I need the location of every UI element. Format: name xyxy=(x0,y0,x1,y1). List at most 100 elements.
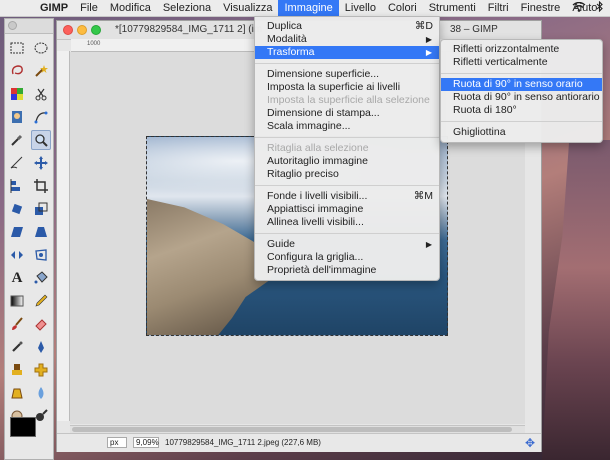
menu-visualizza[interactable]: Visualizza xyxy=(217,0,278,16)
menu-item-ritaglio-preciso[interactable]: Ritaglio preciso xyxy=(255,168,439,181)
measure-icon[interactable] xyxy=(7,153,27,173)
rect-select-icon[interactable] xyxy=(7,38,27,58)
menu-item-scala-immagine[interactable]: Scala immagine... xyxy=(255,120,439,133)
ellipse-select-icon[interactable] xyxy=(31,38,51,58)
menu-item-label: Configura la griglia... xyxy=(267,251,364,263)
menu-item-imposta-la-superficie-ai-livelli[interactable]: Imposta la superficie ai livelli xyxy=(255,81,439,94)
menu-finestre[interactable]: Finestre xyxy=(515,0,567,16)
shortcut-label: ⌘D xyxy=(414,20,433,32)
menu-item-dimensione-di-stampa[interactable]: Dimensione di stampa... xyxy=(255,107,439,120)
menu-strumenti[interactable]: Strumenti xyxy=(423,0,482,16)
menu-item-label: Scala immagine... xyxy=(267,120,351,132)
zoom-select[interactable]: 9,09% xyxy=(133,437,159,448)
paintbrush-icon[interactable] xyxy=(7,314,27,334)
menu-item-proprieta-dell-immagine[interactable]: Proprietà dell'immagine xyxy=(255,264,439,277)
menu-item-autoritaglio-immagine[interactable]: Autoritaglio immagine xyxy=(255,155,439,168)
clone-icon[interactable] xyxy=(7,360,27,380)
perspective-clone-icon[interactable] xyxy=(7,383,27,403)
menu-app-gimp[interactable]: GIMP xyxy=(34,0,74,16)
menu-item-appiattisci-immagine[interactable]: Appiattisci immagine xyxy=(255,203,439,216)
menu-item-label: Ritaglia alla selezione xyxy=(267,142,369,154)
menu-immagine[interactable]: Immagine xyxy=(278,0,339,16)
desktop-wallpaper-rock xyxy=(542,140,610,460)
perspective-icon[interactable] xyxy=(31,222,51,242)
color-select-icon[interactable] xyxy=(7,84,27,104)
menu-item-guide[interactable]: Guide ▶ xyxy=(255,238,439,251)
lasso-icon[interactable] xyxy=(7,61,27,81)
menu-item-label: Ruota di 90° in senso antiorario xyxy=(453,91,600,103)
menu-item-ritaglia-alla-selezione: Ritaglia alla selezione xyxy=(255,142,439,155)
foreground-select-icon[interactable] xyxy=(7,107,27,127)
menu-item-configura-la-griglia[interactable]: Configura la griglia... xyxy=(255,251,439,264)
menu-item-fonde-i-livelli-visibili[interactable]: Fonde i livelli visibili... ⌘M xyxy=(255,190,439,203)
menu-item-label: Appiattisci immagine xyxy=(267,203,364,215)
menu-separator xyxy=(255,137,439,138)
menu-item-dimensione-superficie[interactable]: Dimensione superficie... xyxy=(255,68,439,81)
toolbox-titlebar[interactable] xyxy=(5,19,53,34)
crop-icon[interactable] xyxy=(31,176,51,196)
status-bar: px 9,09% 10779829584_IMG_1711 2.jpeg (22… xyxy=(57,433,541,452)
menu-item-modalita[interactable]: Modalità ▶ xyxy=(255,33,439,46)
menu-item-ruota-di-90-in-senso-antiorario[interactable]: Ruota di 90° in senso antiorario xyxy=(441,91,602,104)
scrollbar-thumb[interactable] xyxy=(72,427,512,432)
blur-icon[interactable] xyxy=(31,383,51,403)
move-icon[interactable] xyxy=(31,153,51,173)
align-icon[interactable] xyxy=(7,176,27,196)
bucket-fill-icon[interactable] xyxy=(31,268,51,288)
fuzzy-select-icon[interactable] xyxy=(31,61,51,81)
menu-file[interactable]: File xyxy=(74,0,104,16)
close-window-icon[interactable] xyxy=(63,25,73,35)
zoom-window-icon[interactable] xyxy=(91,25,101,35)
menu-item-ghigliottina[interactable]: Ghigliottina xyxy=(441,126,602,139)
menu-filtri[interactable]: Filtri xyxy=(482,0,515,16)
menu-item-label: Ritaglio preciso xyxy=(267,168,339,180)
menu-item-label: Imposta la superficie ai livelli xyxy=(267,81,401,93)
apple-menu-icon[interactable] xyxy=(0,0,34,16)
menu-item-label: Ruota di 90° in senso orario xyxy=(453,78,583,90)
menu-item-label: Rifletti orizzontalmente xyxy=(453,43,560,55)
menu-livello[interactable]: Livello xyxy=(339,0,382,16)
shear-icon[interactable] xyxy=(7,222,27,242)
menu-item-allinea-livelli-visibili[interactable]: Allinea livelli visibili... xyxy=(255,216,439,229)
menu-item-ruota-di-90-in-senso-orario[interactable]: Ruota di 90° in senso orario xyxy=(441,78,602,91)
text-icon[interactable]: A xyxy=(7,268,27,288)
menu-item-label: Autoritaglio immagine xyxy=(267,155,368,167)
unit-select[interactable]: px xyxy=(107,437,127,448)
eraser-icon[interactable] xyxy=(31,314,51,334)
ink-icon[interactable] xyxy=(31,337,51,357)
pencil-icon[interactable] xyxy=(31,291,51,311)
menu-item-trasforma[interactable]: Trasforma ▶ xyxy=(255,46,439,59)
menu-separator xyxy=(441,73,602,74)
scissors-icon[interactable] xyxy=(31,84,51,104)
menu-item-duplica[interactable]: Duplica ⌘D xyxy=(255,20,439,33)
menu-item-label: Guide xyxy=(267,238,296,250)
cage-icon[interactable] xyxy=(31,245,51,265)
heal-icon[interactable] xyxy=(31,360,51,380)
airbrush-icon[interactable] xyxy=(7,337,27,357)
menu-item-imposta-la-superficie-alla-selezione: Imposta la superficie alla selezione xyxy=(255,94,439,107)
scale-icon[interactable] xyxy=(31,199,51,219)
menu-seleziona[interactable]: Seleziona xyxy=(157,0,217,16)
zoom-icon[interactable] xyxy=(31,130,51,150)
menu-colori[interactable]: Colori xyxy=(382,0,423,16)
toolbox-close-icon[interactable] xyxy=(8,21,17,30)
menu-modifica[interactable]: Modifica xyxy=(104,0,157,16)
navigate-icon[interactable]: ✥ xyxy=(525,436,535,450)
menu-item-label: Rifletti verticalmente xyxy=(453,56,548,68)
menu-item-rifletti-orizzontalmente[interactable]: Rifletti orizzontalmente xyxy=(441,43,602,56)
minimize-window-icon[interactable] xyxy=(77,25,87,35)
bluetooth-icon[interactable] xyxy=(596,0,604,15)
flip-icon[interactable] xyxy=(7,245,27,265)
paths-icon[interactable] xyxy=(31,107,51,127)
menu-item-ruota-di-180[interactable]: Ruota di 180° xyxy=(441,104,602,117)
menu-item-label: Trasforma xyxy=(267,46,315,58)
ruler-label: 1000 xyxy=(87,41,101,47)
submenu-arrow-icon: ▶ xyxy=(425,240,432,249)
wifi-icon[interactable] xyxy=(572,1,586,15)
vertical-ruler[interactable] xyxy=(57,51,70,421)
color-picker-icon[interactable] xyxy=(7,130,27,150)
menu-item-rifletti-verticalmente[interactable]: Rifletti verticalmente xyxy=(441,56,602,69)
rotate-icon[interactable] xyxy=(7,199,27,219)
foreground-color-swatch[interactable] xyxy=(10,417,36,437)
blend-icon[interactable] xyxy=(7,291,27,311)
